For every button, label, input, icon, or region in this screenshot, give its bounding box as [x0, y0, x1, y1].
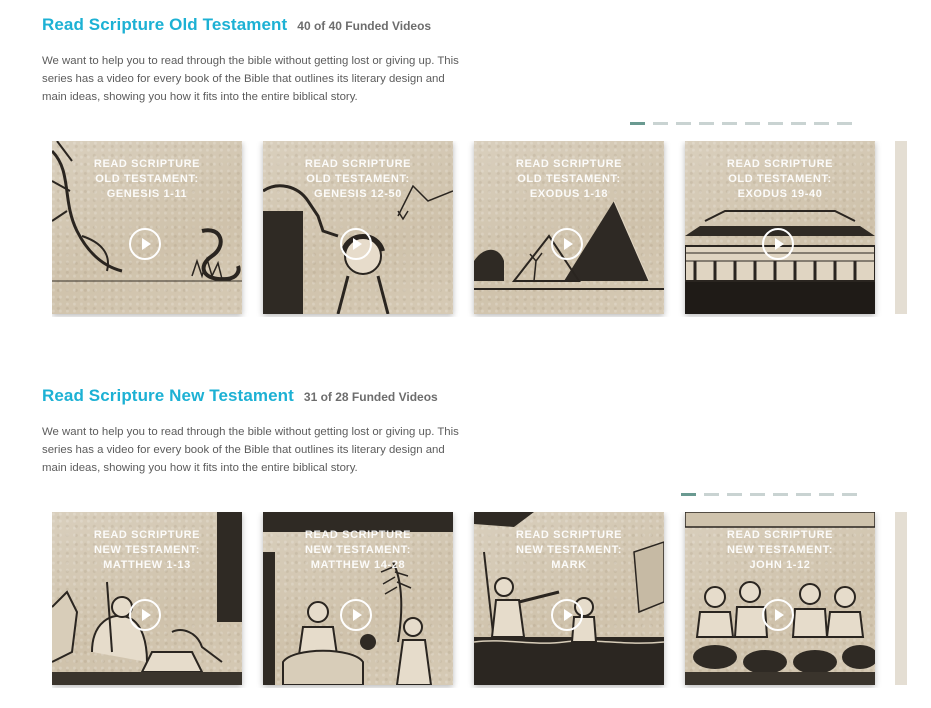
video-card[interactable]: READ SCRIPTURE NEW TESTAMENT: MATTHEW 1-… [52, 512, 242, 685]
carousel-pager [681, 493, 857, 496]
card-title: READ SCRIPTURE OLD TESTAMENT: GENESIS 12… [263, 157, 453, 202]
pager-dash[interactable] [727, 493, 742, 496]
card-title: READ SCRIPTURE NEW TESTAMENT: JOHN 1-12 [685, 528, 875, 573]
play-icon[interactable] [129, 228, 161, 260]
video-card[interactable]: READ SCRIPTURE OLD TESTAMENT: EXODUS 19-… [685, 141, 875, 314]
pager-dash[interactable] [681, 493, 696, 496]
card-title-line: READ SCRIPTURE [304, 158, 412, 170]
pager-dash[interactable] [704, 493, 719, 496]
card-title-line: READ SCRIPTURE [515, 529, 623, 541]
card-title: READ SCRIPTURE NEW TESTAMENT: MATTHEW 1-… [52, 528, 242, 573]
play-icon[interactable] [762, 599, 794, 631]
section-header: Read Scripture New Testament 31 of 28 Fu… [42, 386, 438, 406]
pager-dash[interactable] [750, 493, 765, 496]
funded-count: 31 of 28 Funded Videos [303, 390, 438, 404]
play-icon[interactable] [129, 599, 161, 631]
pager-dash[interactable] [837, 122, 852, 125]
card-title-line: OLD TESTAMENT: [95, 173, 199, 185]
pager-dash[interactable] [653, 122, 668, 125]
card-title-line: JOHN 1-12 [749, 559, 811, 571]
video-card[interactable]: READ SCRIPTURE NEW TESTAMENT: JOHN 1-12 [685, 512, 875, 685]
card-title-line: NEW TESTAMENT: [305, 544, 411, 556]
video-card-partial[interactable] [895, 512, 907, 685]
section-description: We want to help you to read through the … [42, 55, 459, 103]
section-description: We want to help you to read through the … [42, 426, 459, 474]
card-title-line: OLD TESTAMENT: [728, 173, 832, 185]
card-title: READ SCRIPTURE NEW TESTAMENT: MARK [474, 528, 664, 573]
partial-illustration [895, 141, 907, 314]
play-icon[interactable] [762, 228, 794, 260]
card-title-line: READ SCRIPTURE [726, 158, 834, 170]
card-title-line: OLD TESTAMENT: [517, 173, 621, 185]
card-title-line: READ SCRIPTURE [93, 158, 201, 170]
card-title: READ SCRIPTURE OLD TESTAMENT: EXODUS 19-… [685, 157, 875, 202]
card-title: READ SCRIPTURE OLD TESTAMENT: EXODUS 1-1… [474, 157, 664, 202]
card-title-line: OLD TESTAMENT: [306, 173, 410, 185]
card-title-line: GENESIS 1-11 [106, 188, 188, 200]
pager-dash[interactable] [791, 122, 806, 125]
play-icon[interactable] [340, 228, 372, 260]
pager-dash[interactable] [796, 493, 811, 496]
video-card[interactable]: READ SCRIPTURE OLD TESTAMENT: GENESIS 12… [263, 141, 453, 314]
card-title-line: GENESIS 12-50 [314, 188, 402, 200]
video-card[interactable]: READ SCRIPTURE NEW TESTAMENT: MATTHEW 14… [263, 512, 453, 685]
video-card[interactable]: READ SCRIPTURE OLD TESTAMENT: EXODUS 1-1… [474, 141, 664, 314]
section-title[interactable]: Read Scripture New Testament [42, 386, 294, 406]
section-header: Read Scripture Old Testament 40 of 40 Fu… [42, 15, 431, 35]
video-card[interactable]: READ SCRIPTURE NEW TESTAMENT: MARK [474, 512, 664, 685]
card-title: READ SCRIPTURE OLD TESTAMENT: GENESIS 1-… [52, 157, 242, 202]
play-icon[interactable] [551, 599, 583, 631]
partial-illustration [895, 512, 907, 685]
card-title-line: NEW TESTAMENT: [727, 544, 833, 556]
pager-dash[interactable] [814, 122, 829, 125]
card-title-line: EXODUS 1-18 [529, 188, 609, 200]
card-title-line: MATTHEW 1-13 [103, 559, 191, 571]
pager-dash[interactable] [745, 122, 760, 125]
card-title-line: EXODUS 19-40 [737, 188, 823, 200]
video-card[interactable]: READ SCRIPTURE OLD TESTAMENT: GENESIS 1-… [52, 141, 242, 314]
page: Read Scripture Old Testament 40 of 40 Fu… [0, 0, 931, 708]
carousel-pager [630, 122, 852, 125]
card-title-line: MARK [551, 559, 587, 571]
pager-dash[interactable] [768, 122, 783, 125]
card-title-line: READ SCRIPTURE [304, 529, 412, 541]
pager-dash[interactable] [773, 493, 788, 496]
pager-dash[interactable] [699, 122, 714, 125]
pager-dash[interactable] [722, 122, 737, 125]
card-title-line: READ SCRIPTURE [93, 529, 201, 541]
section-title[interactable]: Read Scripture Old Testament [42, 15, 287, 35]
funded-count: 40 of 40 Funded Videos [297, 19, 432, 33]
card-title: READ SCRIPTURE NEW TESTAMENT: MATTHEW 14… [263, 528, 453, 573]
video-card-partial[interactable] [895, 141, 907, 314]
card-title-line: NEW TESTAMENT: [94, 544, 200, 556]
card-title-line: MATTHEW 14-28 [310, 559, 406, 571]
play-icon[interactable] [551, 228, 583, 260]
card-title-line: NEW TESTAMENT: [516, 544, 622, 556]
play-icon[interactable] [340, 599, 372, 631]
video-carousel: READ SCRIPTURE NEW TESTAMENT: MATTHEW 1-… [52, 512, 907, 688]
pager-dash[interactable] [630, 122, 645, 125]
card-title-line: READ SCRIPTURE [726, 529, 834, 541]
pager-dash[interactable] [842, 493, 857, 496]
video-carousel: READ SCRIPTURE OLD TESTAMENT: GENESIS 1-… [52, 141, 907, 317]
pager-dash[interactable] [676, 122, 691, 125]
pager-dash[interactable] [819, 493, 834, 496]
card-title-line: READ SCRIPTURE [515, 158, 623, 170]
